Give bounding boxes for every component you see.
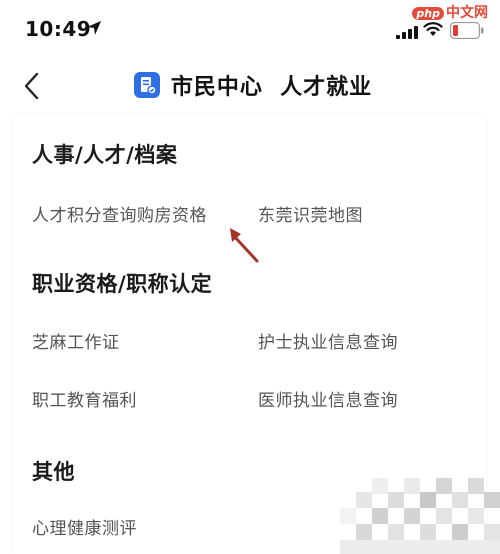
item-mental-health-test[interactable]: 心理健康测评: [32, 514, 137, 539]
citizen-center-app-icon: [133, 72, 160, 98]
status-bar: 10:49 php 中文网: [0, 0, 500, 58]
location-arrow-icon: [87, 21, 101, 35]
nav-title-group: 市民中心 人才就业: [0, 69, 500, 101]
cellular-signal-icon: [396, 26, 418, 39]
annotation-arrow-icon: [230, 228, 259, 263]
item-worker-education-benefits[interactable]: 职工教育福利: [32, 386, 137, 411]
navigation-bar: 市民中心 人才就业: [0, 58, 500, 114]
item-nurse-license-query[interactable]: 护士执业信息查询: [258, 328, 398, 353]
section-title-qualifications: 职业资格/职称认定: [32, 272, 213, 296]
battery-low-icon: [450, 22, 484, 39]
watermark: php 中文网: [412, 2, 488, 22]
status-time: 10:49: [25, 17, 92, 41]
section-title-personnel: 人事/人才/档案: [32, 143, 178, 167]
wifi-icon: [423, 22, 443, 36]
section-title-other: 其他: [32, 460, 75, 484]
item-physician-license-query[interactable]: 医师执业信息查询: [258, 386, 398, 411]
item-sesame-work-cert[interactable]: 芝麻工作证: [32, 328, 120, 353]
page-title: 市民中心 人才就业: [170, 75, 373, 100]
item-talent-points-query[interactable]: 人才积分查询购房资格: [32, 201, 207, 226]
mosaic-blur-region: [340, 478, 500, 554]
item-dongguan-map[interactable]: 东莞识莞地图: [258, 201, 363, 226]
screen: 10:49 php 中文网 市民中心 人才就业 人事/人才/档案 人才积分查询购…: [0, 0, 500, 554]
